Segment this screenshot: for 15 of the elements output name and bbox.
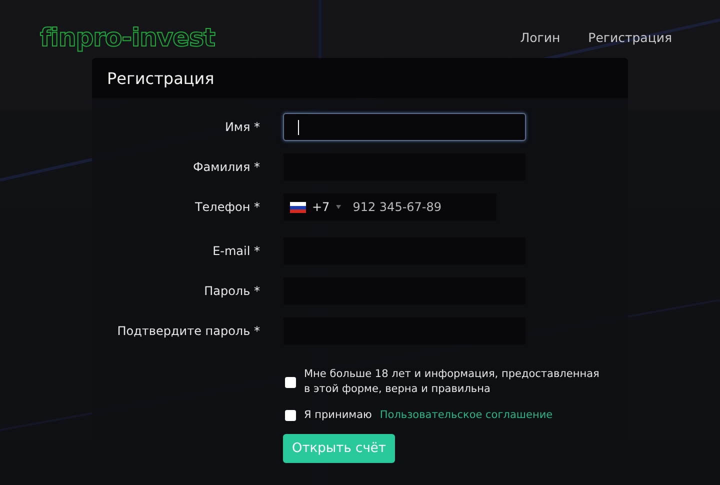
logo[interactable]: finpro-invest — [40, 22, 215, 52]
field-label: Имя * — [224, 120, 260, 134]
field-label: Телефон * — [194, 200, 260, 214]
field-label: Фамилия * — [192, 160, 260, 174]
agreement-link[interactable]: Пользовательское соглашение — [380, 409, 553, 421]
field-label: Подтвердите пароль * — [117, 324, 260, 338]
nav-link[interactable]: Регистрация — [588, 30, 672, 44]
country-code[interactable]: +7 — [312, 200, 330, 214]
form-title: Регистрация — [107, 68, 214, 88]
phone-field[interactable]: +7 912 345-67-89 — [283, 193, 497, 221]
nav-link[interactable]: Логин — [520, 30, 560, 44]
field-label: Пароль * — [204, 284, 260, 298]
agreement-text: Я принимаю — [304, 409, 372, 421]
agreement-text: Мне больше 18 лет и информация, предоставленная в этой форме, верна и правильна — [304, 367, 600, 397]
field-label: E-mail * — [212, 244, 260, 258]
